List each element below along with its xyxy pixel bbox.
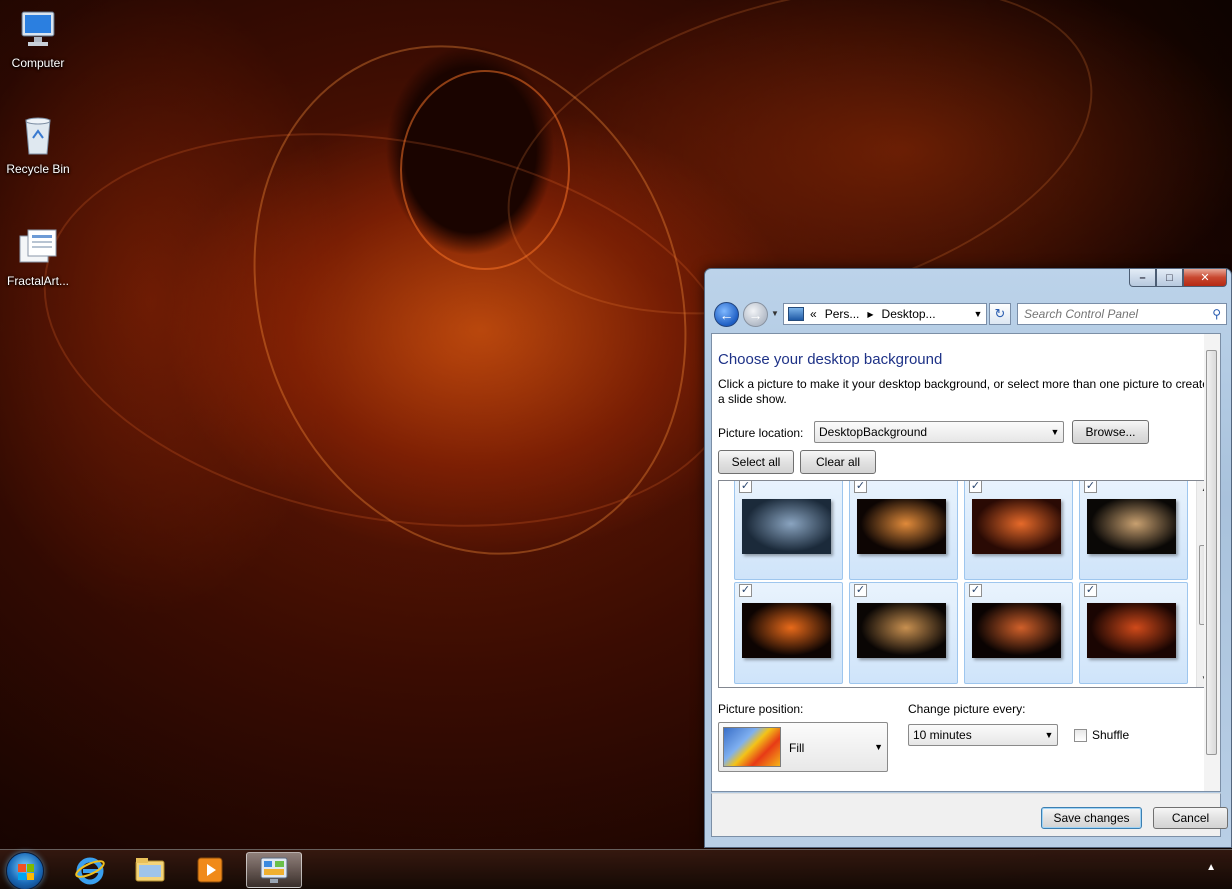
wallpaper-thumbnail — [972, 499, 1061, 554]
personalization-window: – □ ✕ ← → ▼ « Pers... ▶ Desktop... ▼ ↻ ⚲… — [704, 268, 1232, 848]
picture-gallery[interactable]: ✓✓✓✓✓✓✓✓ ▲ ▼ — [718, 480, 1214, 688]
taskbar-internet-explorer[interactable] — [62, 852, 118, 888]
show-hidden-icons-button[interactable]: ▲ — [1206, 862, 1216, 873]
page-description: Click a picture to make it your desktop … — [718, 377, 1209, 406]
refresh-icon: ↻ — [994, 306, 1006, 321]
desktop-icon-recycle-bin[interactable]: Recycle Bin — [0, 114, 76, 176]
desktop-icon-label: FractalArt... — [6, 274, 69, 288]
shuffle-checkbox[interactable] — [1074, 728, 1087, 742]
wallpaper-tile[interactable]: ✓ — [849, 582, 958, 684]
recycle-bin-icon — [16, 114, 60, 158]
address-bar[interactable]: « Pers... ▶ Desktop... ▼ — [783, 303, 987, 325]
change-picture-select[interactable]: 10 minutes ▼ — [908, 724, 1058, 746]
desktop-icon-fractalart[interactable]: FractalArt... — [0, 226, 76, 288]
control-panel-icon — [260, 857, 288, 883]
computer-icon — [16, 8, 60, 52]
search-box[interactable]: ⚲ — [1017, 303, 1227, 325]
wallpaper-thumbnail — [972, 603, 1061, 658]
picture-position-label: Picture position: — [718, 702, 804, 716]
wallpaper-thumbnail — [857, 603, 946, 658]
breadcrumb-overflow[interactable]: « — [810, 307, 817, 321]
arrow-left-icon: ← — [719, 306, 734, 323]
search-icon[interactable]: ⚲ — [1212, 307, 1221, 321]
refresh-button[interactable]: ↻ — [989, 303, 1011, 325]
wallpaper-tile[interactable]: ✓ — [734, 582, 843, 684]
breadcrumb-personalization[interactable]: Pers... — [825, 307, 860, 321]
navigation-bar: ← → ▼ « Pers... ▶ Desktop... ▼ ↻ ⚲ — [711, 299, 1227, 329]
content-pane: Choose your desktop background Click a p… — [711, 333, 1221, 792]
wallpaper-swirl — [183, 0, 757, 617]
browse-button[interactable]: Browse... — [1072, 420, 1149, 444]
change-picture-label: Change picture every: — [908, 702, 1026, 716]
content-scrollbar[interactable] — [1204, 334, 1220, 791]
maximize-button[interactable]: □ — [1156, 269, 1183, 287]
windows-logo-icon — [18, 864, 34, 880]
address-dropdown-icon[interactable]: ▼ — [970, 309, 986, 319]
wallpaper-tile[interactable]: ✓ — [1079, 582, 1188, 684]
wallpaper-tile[interactable]: ✓ — [849, 481, 958, 580]
arrow-right-icon: → — [748, 306, 763, 323]
wallpaper-thumbnail — [1087, 603, 1176, 658]
clear-all-button[interactable]: Clear all — [800, 450, 876, 474]
taskbar-windows-explorer[interactable] — [122, 852, 178, 888]
picture-position-select[interactable]: Fill ▼ — [718, 722, 888, 772]
chevron-down-icon: ▼ — [874, 742, 883, 752]
breadcrumb-separator-icon: ▶ — [867, 309, 874, 319]
media-player-icon — [197, 857, 223, 883]
taskbar-media-player[interactable] — [182, 852, 238, 888]
wallpaper-tile[interactable]: ✓ — [1079, 481, 1188, 580]
caption-buttons: – □ ✕ — [1129, 269, 1227, 287]
wallpaper-checkbox[interactable]: ✓ — [1084, 481, 1097, 493]
position-preview-image — [723, 727, 781, 767]
shuffle-option[interactable]: Shuffle — [1074, 728, 1129, 742]
wallpaper-checkbox[interactable]: ✓ — [739, 481, 752, 493]
wallpaper-thumbnail — [742, 603, 831, 658]
desktop-icon-label: Recycle Bin — [6, 162, 70, 176]
select-all-button[interactable]: Select all — [718, 450, 794, 474]
wallpaper-thumbnail — [1087, 499, 1176, 554]
wallpaper-checkbox[interactable]: ✓ — [969, 584, 982, 597]
desktop-icon-computer[interactable]: Computer — [0, 8, 76, 70]
minimize-button[interactable]: – — [1129, 269, 1156, 287]
wallpaper-thumbnail — [857, 499, 946, 554]
folder-icon — [135, 858, 165, 882]
wallpaper-thumbnail — [742, 499, 831, 554]
internet-explorer-icon — [75, 857, 105, 885]
chevron-down-icon: ▼ — [1050, 427, 1060, 437]
breadcrumb-desktop-background[interactable]: Desktop... — [882, 307, 936, 321]
forward-button[interactable]: → — [743, 302, 768, 327]
wallpaper-tile[interactable]: ✓ — [734, 481, 843, 580]
picture-location-label: Picture location: — [718, 426, 804, 440]
wallpaper-checkbox[interactable]: ✓ — [854, 481, 867, 493]
wallpaper-swirl — [400, 70, 570, 270]
search-input[interactable] — [1018, 304, 1198, 324]
taskbar-control-panel[interactable] — [246, 852, 302, 888]
wallpaper-tile[interactable]: ✓ — [964, 481, 1073, 580]
file-shortcut-icon — [16, 226, 60, 270]
control-panel-icon — [788, 307, 804, 321]
wallpaper-checkbox[interactable]: ✓ — [854, 584, 867, 597]
change-picture-value: 10 minutes — [913, 728, 972, 742]
picture-location-value: DesktopBackground — [819, 425, 928, 439]
save-changes-button[interactable]: Save changes — [1041, 807, 1142, 829]
taskbar: ▲ — [0, 849, 1232, 889]
cancel-button[interactable]: Cancel — [1153, 807, 1228, 829]
content-scroll-thumb[interactable] — [1206, 350, 1217, 755]
chevron-down-icon: ▼ — [1044, 730, 1054, 740]
back-button[interactable]: ← — [714, 302, 739, 327]
desktop-icon-label: Computer — [11, 56, 65, 70]
wallpaper-swirl — [12, 82, 768, 578]
picture-location-select[interactable]: DesktopBackground ▼ — [814, 421, 1064, 443]
wallpaper-checkbox[interactable]: ✓ — [739, 584, 752, 597]
start-button[interactable] — [6, 852, 44, 889]
page-title: Choose your desktop background — [718, 351, 943, 368]
footer-bar: Save changes Cancel — [711, 793, 1228, 837]
recent-pages-dropdown[interactable]: ▼ — [771, 309, 779, 318]
shuffle-label: Shuffle — [1092, 728, 1130, 742]
wallpaper-checkbox[interactable]: ✓ — [969, 481, 982, 493]
wallpaper-tile[interactable]: ✓ — [964, 582, 1073, 684]
close-button[interactable]: ✕ — [1183, 269, 1227, 287]
picture-position-value: Fill — [789, 741, 805, 755]
wallpaper-checkbox[interactable]: ✓ — [1084, 584, 1097, 597]
